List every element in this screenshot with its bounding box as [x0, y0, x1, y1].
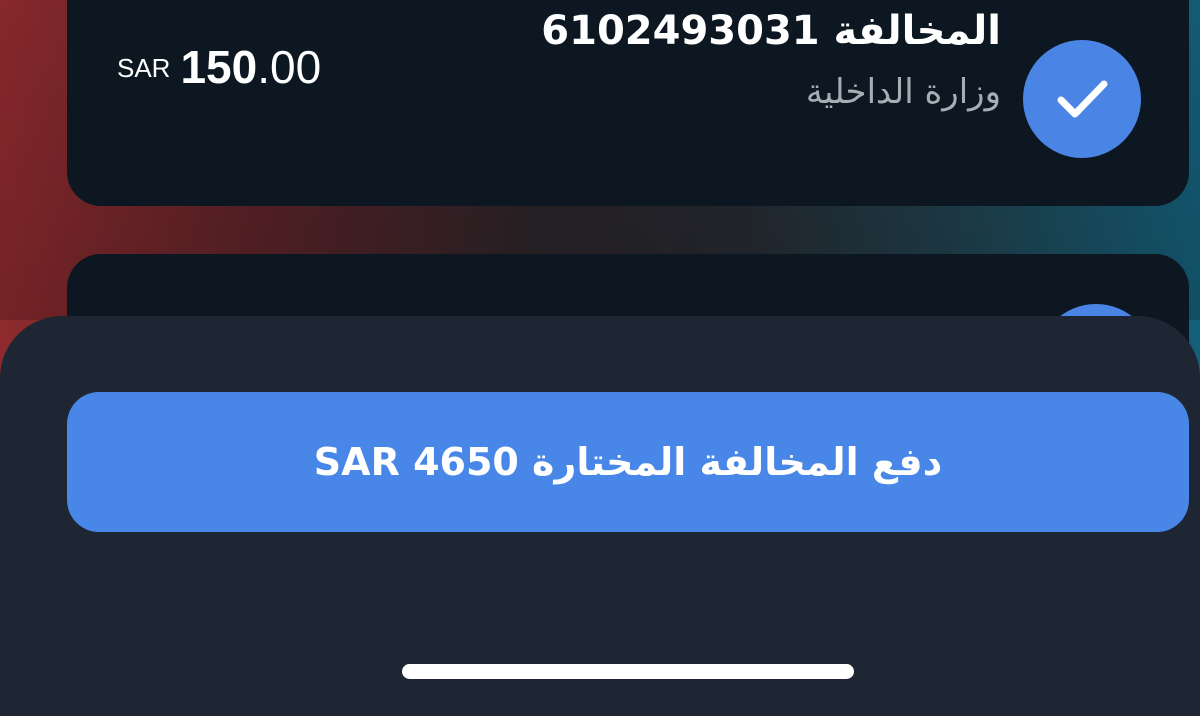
- check-icon: [1057, 80, 1108, 118]
- pay-selected-violations-button[interactable]: دفع المخالفة المختارة SAR 4650: [67, 392, 1189, 532]
- selection-checkbox[interactable]: [1023, 40, 1141, 158]
- amount-decimal: .00: [257, 41, 322, 93]
- amount-integer: 150: [180, 41, 258, 93]
- amount-value: 150.00: [180, 41, 321, 93]
- violation-authority: وزارة الداخلية: [805, 72, 1001, 112]
- violation-amount: SAR 150.00: [117, 40, 321, 94]
- amount-currency: SAR: [117, 53, 171, 83]
- home-indicator[interactable]: [402, 664, 854, 679]
- violation-card[interactable]: المخالفة 6102493031 وزارة الداخلية SAR 15…: [67, 0, 1189, 206]
- violation-title: المخالفة 6102493031: [541, 8, 1001, 54]
